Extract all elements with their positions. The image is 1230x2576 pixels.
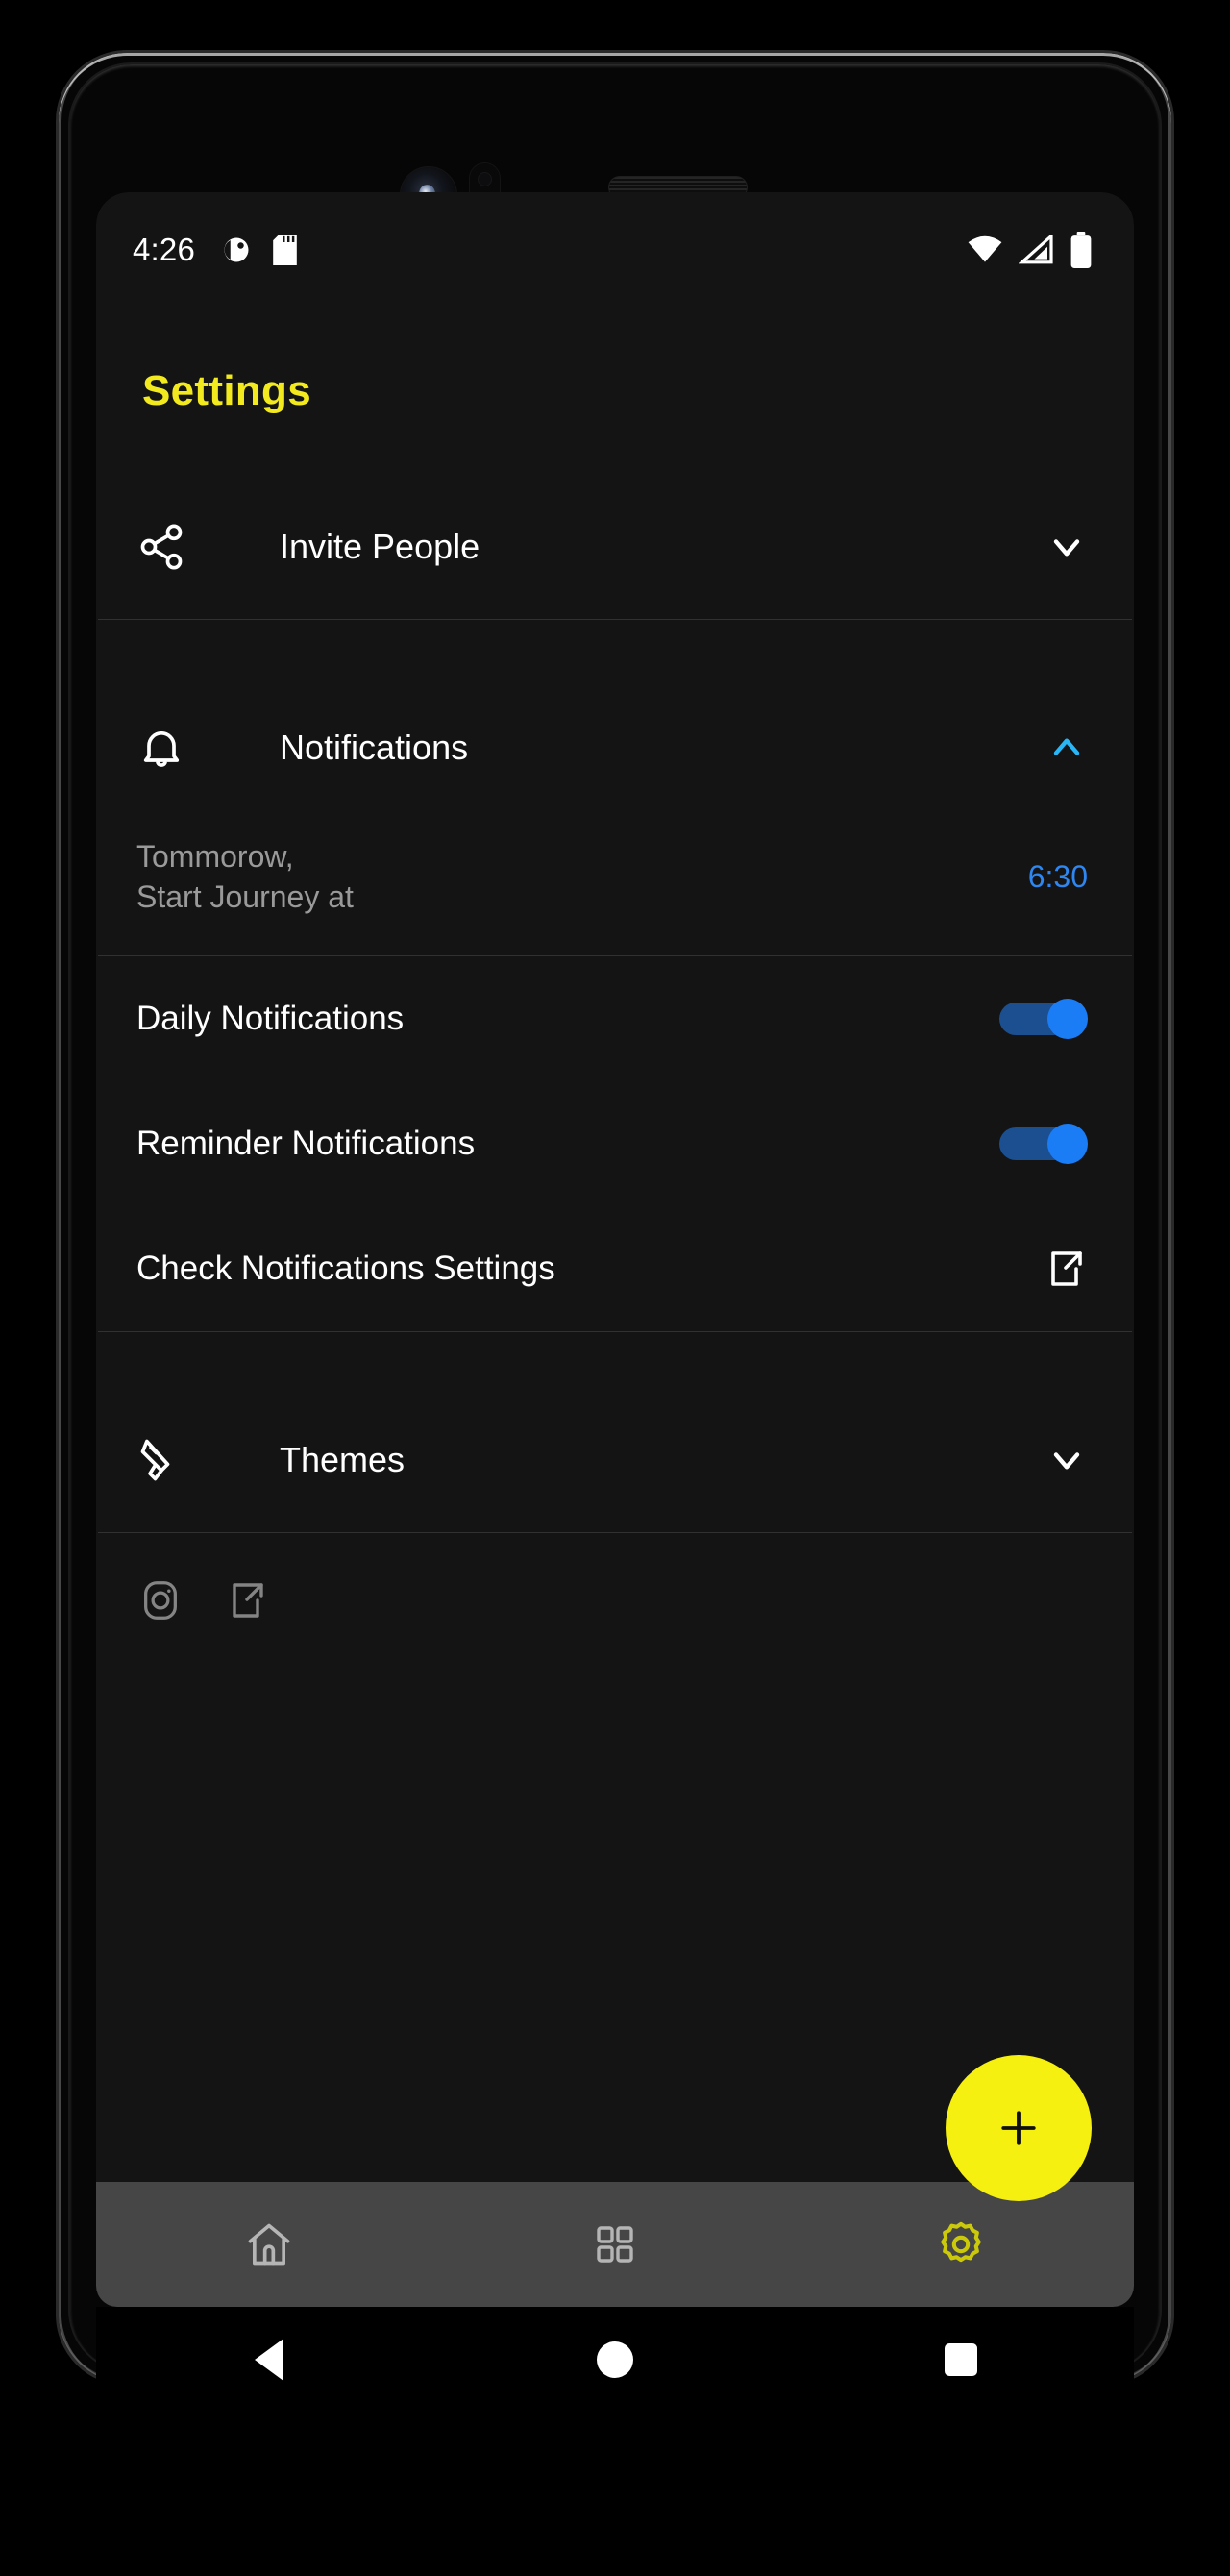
- external-link-icon[interactable]: [223, 1577, 269, 1623]
- row-reminder-notifications[interactable]: Reminder Notifications: [96, 1081, 1134, 1206]
- social-links-row: [96, 1533, 1134, 1668]
- schedule-line-1: Tommorow,: [136, 839, 294, 874]
- nav-item-home[interactable]: [96, 2182, 442, 2307]
- home-icon: [248, 2223, 290, 2266]
- reminder-notifications-trailing[interactable]: [999, 1124, 1088, 1165]
- external-link-icon[interactable]: [1042, 1246, 1088, 1292]
- paint-brush-icon-wrap: [136, 1435, 198, 1485]
- row-daily-notifications[interactable]: Daily Notifications: [96, 956, 1134, 1081]
- battery-icon: [1070, 232, 1092, 268]
- schedule-time[interactable]: 6:30: [1028, 859, 1088, 895]
- section-themes[interactable]: Themes: [96, 1388, 1134, 1532]
- cellular-signal-icon: [1019, 235, 1053, 264]
- toggle-thumb: [1047, 1124, 1088, 1165]
- grid-icon: [597, 2226, 633, 2263]
- notifications-label: Notifications: [280, 728, 469, 767]
- daily-notifications-trailing[interactable]: [999, 999, 1088, 1040]
- chevron-down-icon[interactable]: [1046, 1439, 1088, 1481]
- instagram-icon[interactable]: [138, 1578, 183, 1622]
- screenshot-root: 4:26 Settings Invite People Notification…: [0, 0, 1230, 2576]
- wifi-icon: [968, 235, 1002, 262]
- check-notifications-settings-label: Check Notifications Settings: [136, 1250, 555, 1288]
- system-home-button[interactable]: [442, 2341, 788, 2378]
- status-bar: 4:26: [96, 192, 1134, 308]
- row-check-notifications-settings[interactable]: Check Notifications Settings: [96, 1206, 1134, 1331]
- reminder-notifications-label: Reminder Notifications: [136, 1125, 476, 1163]
- nav-item-dashboard[interactable]: [442, 2182, 788, 2307]
- section-notifications[interactable]: Notifications: [96, 676, 1134, 820]
- do-not-disturb-icon: [224, 237, 249, 262]
- back-triangle-icon: [255, 2339, 283, 2381]
- notifications-trailing[interactable]: [1046, 727, 1088, 769]
- reminder-notifications-toggle[interactable]: [999, 1124, 1088, 1165]
- status-bar-right-icons: [967, 232, 1094, 268]
- themes-label: Themes: [280, 1440, 406, 1480]
- chevron-down-icon[interactable]: [1046, 526, 1088, 568]
- plus-icon: [1001, 2111, 1036, 2145]
- app-surface: 4:26 Settings Invite People Notification…: [96, 192, 1134, 2182]
- invite-people-label: Invite People: [280, 527, 480, 566]
- section-invite-people[interactable]: Invite People: [96, 475, 1134, 619]
- nav-item-settings[interactable]: [788, 2182, 1134, 2307]
- invite-people-trailing[interactable]: [1046, 526, 1088, 568]
- check-notifications-settings-trailing[interactable]: [1042, 1246, 1088, 1292]
- recents-square-icon: [945, 2343, 977, 2376]
- share-icon-wrap: [136, 522, 198, 572]
- add-fab-button[interactable]: [946, 2055, 1092, 2201]
- bell-icon: [143, 731, 180, 767]
- page-title: Settings: [142, 367, 311, 414]
- toggle-thumb: [1047, 999, 1088, 1040]
- bell-icon-wrap: [136, 723, 198, 773]
- share-icon: [140, 524, 183, 570]
- chevron-up-icon[interactable]: [1046, 727, 1088, 769]
- system-recents-button[interactable]: [788, 2343, 1134, 2376]
- paint-brush-icon: [140, 1439, 170, 1481]
- daily-notifications-label: Daily Notifications: [136, 1000, 405, 1038]
- home-circle-icon: [597, 2341, 633, 2378]
- android-system-navigation: [96, 2307, 1134, 2413]
- gear-icon: [941, 2221, 981, 2263]
- system-back-button[interactable]: [96, 2339, 442, 2381]
- phone-screen: 4:26 Settings Invite People Notification…: [96, 192, 1134, 2307]
- bottom-navigation-bar: [96, 2182, 1134, 2307]
- schedule-line-2: Start Journey at: [136, 879, 354, 914]
- schedule-text: Tommorow, Start Journey at: [136, 837, 354, 917]
- notification-schedule[interactable]: Tommorow, Start Journey at 6:30: [96, 820, 1134, 955]
- daily-notifications-toggle[interactable]: [999, 999, 1088, 1040]
- status-bar-clock: 4:26: [133, 232, 196, 267]
- themes-trailing[interactable]: [1046, 1439, 1088, 1481]
- sd-card-icon: [273, 235, 297, 265]
- status-bar-left-icons: [222, 235, 298, 265]
